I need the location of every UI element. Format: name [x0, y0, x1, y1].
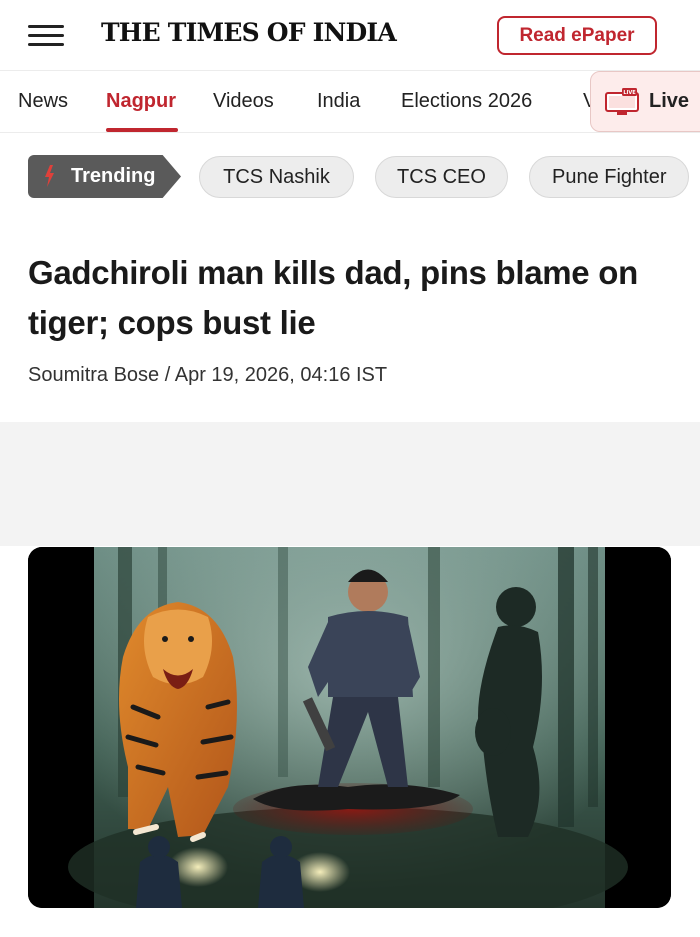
live-label: Live — [649, 90, 690, 112]
flame-icon — [45, 165, 54, 187]
nav-item-videos[interactable]: Videos — [213, 90, 274, 113]
trending-row: Trending TCS Nashik TCS CEO Pune Fighter — [0, 133, 700, 221]
article-byline: Soumitra Bose / Apr 19, 2026, 04:16 IST — [28, 364, 388, 386]
nav-item-news[interactable]: News — [18, 90, 68, 113]
active-tab-indicator — [106, 128, 178, 132]
trending-chip-tcs-nashik[interactable]: TCS Nashik — [199, 156, 354, 198]
section-nav: News Nagpur Videos India Elections 2026 … — [0, 70, 700, 133]
nav-item-nagpur[interactable]: Nagpur — [106, 90, 176, 113]
trending-label: Trending — [71, 165, 156, 187]
live-tv-icon: LIVE — [605, 87, 639, 115]
nav-item-elections[interactable]: Elections 2026 — [401, 90, 532, 113]
trending-badge[interactable]: Trending — [28, 155, 181, 198]
live-button[interactable]: LIVE Live — [590, 71, 700, 132]
trending-chip-tcs-ceo[interactable]: TCS CEO — [375, 156, 508, 198]
read-epaper-button[interactable]: Read ePaper — [497, 16, 657, 55]
live-badge-text: LIVE — [623, 90, 636, 96]
site-logo[interactable]: THE TIMES OF INDIA — [101, 18, 397, 47]
nav-item-india[interactable]: India — [317, 90, 360, 113]
publish-date: Apr 19, 2026, 04:16 IST — [174, 364, 388, 386]
author-name[interactable]: Soumitra Bose — [28, 364, 159, 386]
hero-illustration — [28, 547, 671, 908]
trending-chip-pune-fighter[interactable]: Pune Fighter — [529, 156, 689, 198]
hamburger-menu-icon[interactable] — [28, 25, 64, 47]
article-hero-image[interactable] — [28, 547, 671, 908]
article-headline: Gadchiroli man kills dad, pins blame on … — [28, 254, 638, 341]
site-header: THE TIMES OF INDIA Read ePaper — [0, 0, 700, 70]
ad-placeholder — [0, 422, 700, 546]
